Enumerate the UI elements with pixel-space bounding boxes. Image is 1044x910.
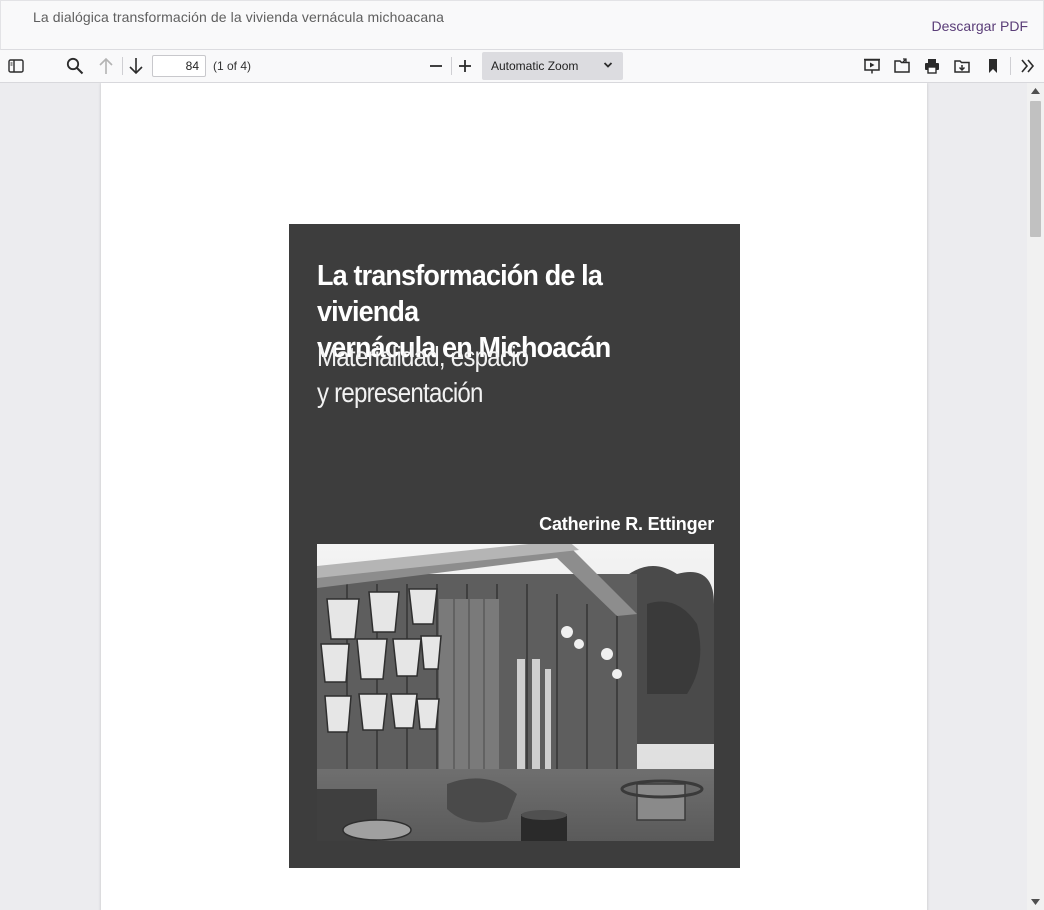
pdf-viewer[interactable]: La transformación de la vivienda vernácu…	[0, 83, 1044, 910]
download-icon[interactable]	[950, 54, 974, 78]
tools-icon[interactable]	[1016, 54, 1040, 78]
print-icon[interactable]	[920, 54, 944, 78]
scroll-up-arrow-icon[interactable]	[1031, 88, 1040, 94]
cover-subtitle-line: Materialidad, espacio	[317, 341, 529, 372]
scroll-thumb[interactable]	[1030, 101, 1041, 237]
zoom-out-icon[interactable]	[424, 54, 448, 78]
bookmark-icon[interactable]	[981, 54, 1005, 78]
book-cover: La transformación de la vivienda vernácu…	[289, 224, 740, 868]
pdf-page: La transformación de la vivienda vernácu…	[101, 83, 927, 910]
zoom-in-icon[interactable]	[453, 54, 477, 78]
cover-photo	[317, 544, 714, 841]
pdf-toolbar: (1 of 4) Automatic Zoom	[0, 50, 1044, 83]
open-file-icon[interactable]	[890, 54, 914, 78]
page-count-label: (1 of 4)	[213, 59, 252, 73]
page-number-input[interactable]	[152, 55, 206, 77]
document-header: La dialógica transformación de la vivien…	[0, 0, 1044, 50]
previous-page-icon[interactable]	[94, 54, 118, 78]
zoom-select-value: Automatic Zoom	[491, 59, 579, 73]
zoom-select[interactable]: Automatic Zoom	[482, 52, 623, 80]
toolbar-separator	[122, 57, 123, 75]
cover-subtitle-line: y representación	[317, 377, 483, 408]
presentation-mode-icon[interactable]	[860, 54, 884, 78]
vertical-scrollbar[interactable]	[1027, 83, 1044, 910]
cover-author: Catherine R. Ettinger	[539, 514, 714, 534]
chevron-down-icon	[603, 62, 613, 68]
sidebar-toggle-icon[interactable]	[4, 54, 28, 78]
download-pdf-link[interactable]: Descargar PDF	[932, 18, 1028, 34]
toolbar-separator	[451, 57, 452, 75]
search-icon[interactable]	[63, 54, 87, 78]
next-page-icon[interactable]	[124, 54, 148, 78]
toolbar-separator	[1010, 57, 1011, 75]
cover-title-line: La transformación de la vivienda	[317, 260, 603, 328]
cover-subtitle: Materialidad, espacio y representación	[317, 339, 575, 411]
document-title: La dialógica transformación de la vivien…	[33, 9, 444, 25]
scroll-down-arrow-icon[interactable]	[1031, 899, 1040, 905]
